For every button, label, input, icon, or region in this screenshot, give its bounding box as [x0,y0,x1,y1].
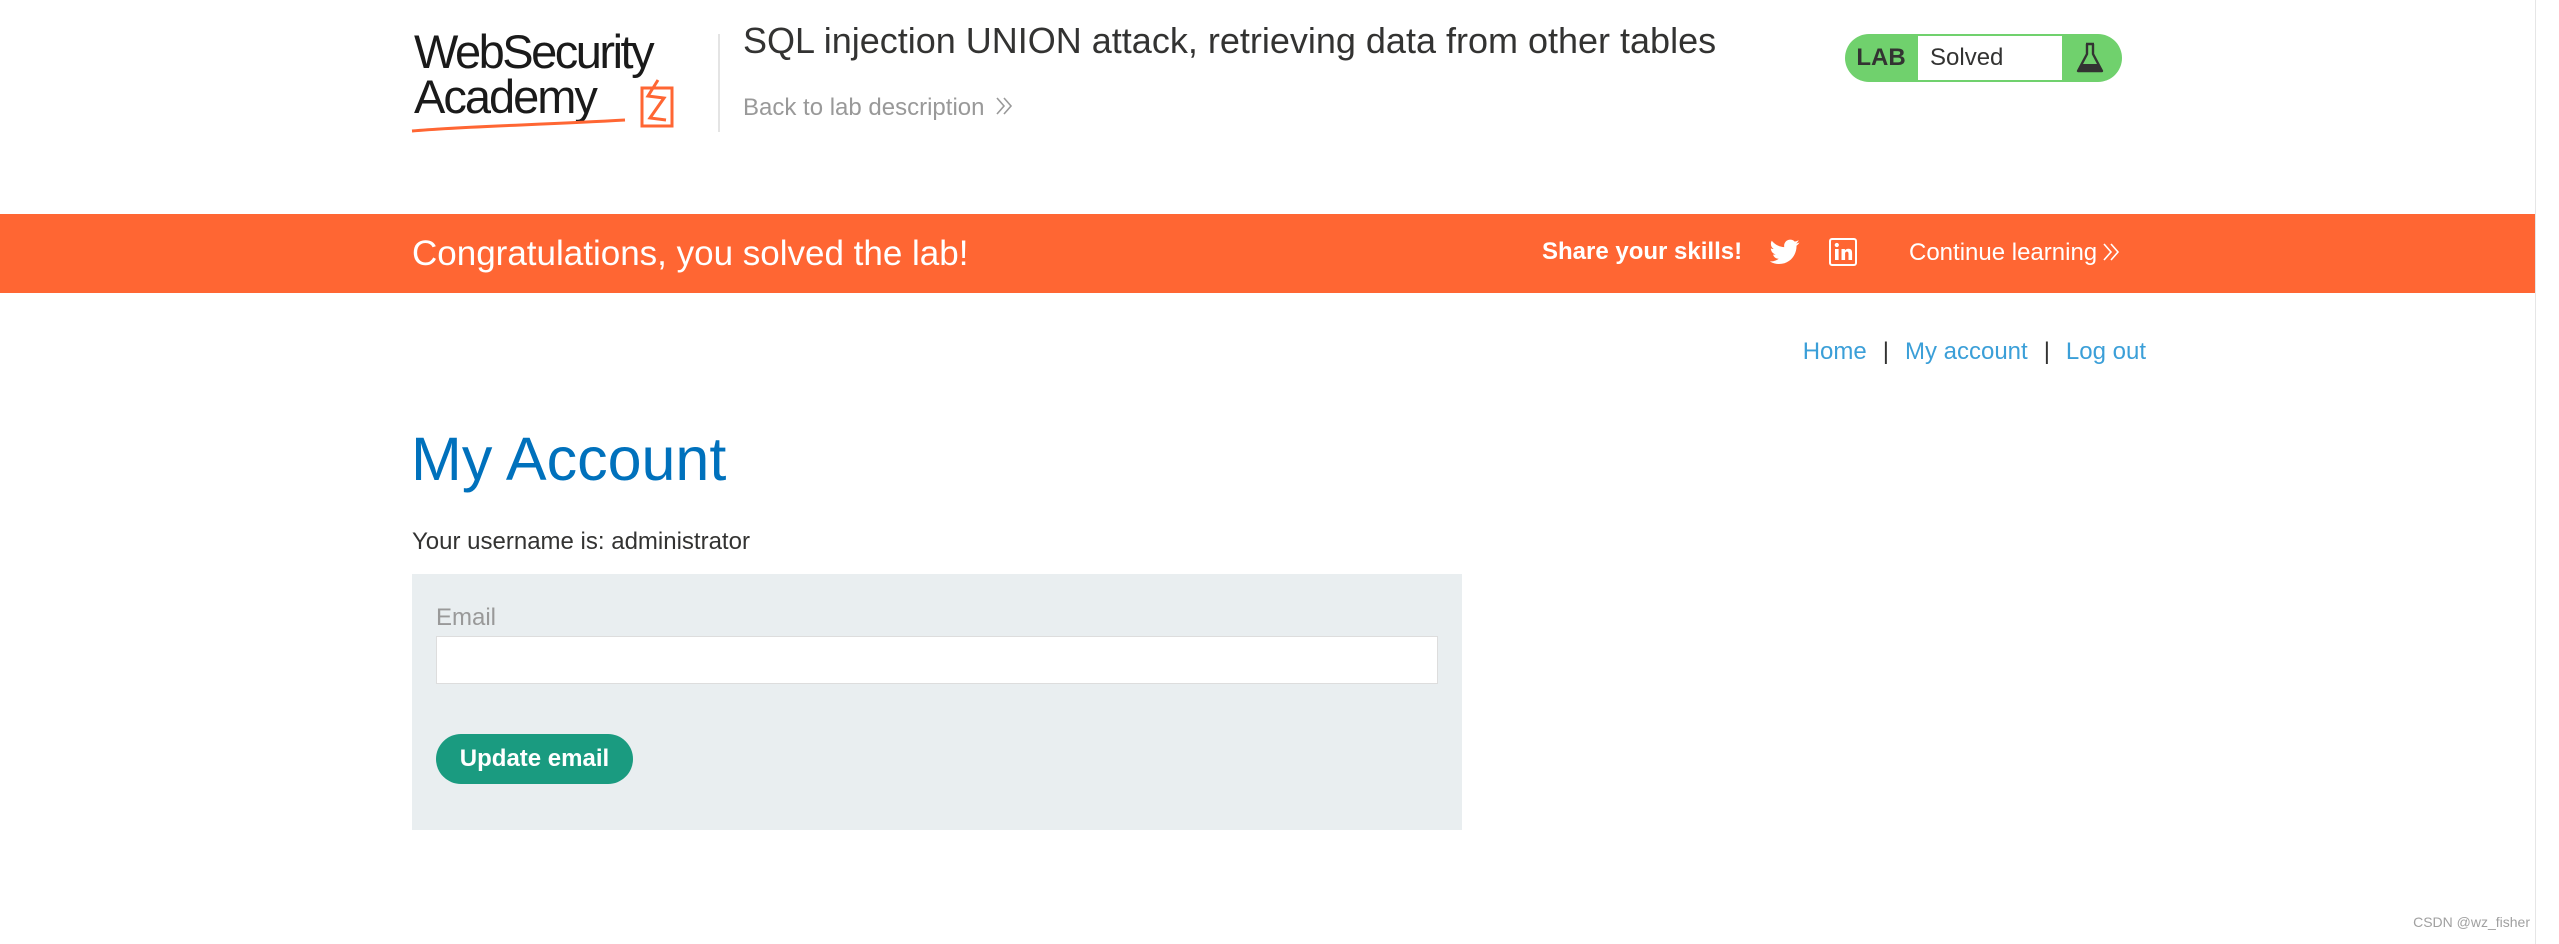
twitter-icon[interactable] [1770,239,1800,265]
page-title: My Account [411,425,727,493]
lab-title: SQL injection UNION attack, retrieving d… [743,20,1717,61]
page: WebSecurity Academy SQL injection UNION … [0,0,2559,944]
back-link-label: Back to lab description [743,94,985,121]
continue-learning-label: Continue learning [1909,239,2098,266]
watermark: CSDN @wz_fisher [2413,914,2530,930]
logo-line2: Academy [414,70,598,123]
lab-status-label: LAB [1856,44,1906,71]
lab-solved-banner: Congratulations, you solved the lab! Sha… [0,214,2536,293]
nav-separator: | [1882,338,1889,365]
email-label: Email [436,604,497,631]
double-chevron-right-icon [996,97,1013,115]
lab-status-value: Solved [1918,36,2062,80]
share-skills-label: Share your skills! [1542,238,1743,265]
update-email-button[interactable]: Update email [436,734,633,784]
logo-divider [718,34,720,132]
double-chevron-right-icon [2103,243,2120,261]
nav-my-account-link[interactable]: My account [1905,338,2028,365]
congratulations-message: Congratulations, you solved the lab! [412,234,969,273]
flask-icon [2076,42,2104,73]
nav-separator: | [2043,338,2050,365]
continue-learning-link[interactable]: Continue learning [1909,239,2121,267]
lab-status-badge: LAB Solved [1845,34,2122,82]
update-email-form: Email Update email [412,574,1462,830]
back-to-lab-description-link[interactable]: Back to lab description [743,94,1014,122]
nav-log-out-link[interactable]: Log out [2066,338,2146,365]
web-security-academy-logo[interactable]: WebSecurity Academy [410,30,710,142]
username-display: Your username is: administrator [412,528,750,555]
header: WebSecurity Academy SQL injection UNION … [0,0,2536,214]
account-nav: Home | My account | Log out [1803,338,2146,366]
email-input[interactable] [436,636,1438,684]
linkedin-icon[interactable] [1829,238,1857,266]
nav-home-link[interactable]: Home [1803,338,1867,365]
vertical-scrollbar[interactable] [2535,0,2559,944]
